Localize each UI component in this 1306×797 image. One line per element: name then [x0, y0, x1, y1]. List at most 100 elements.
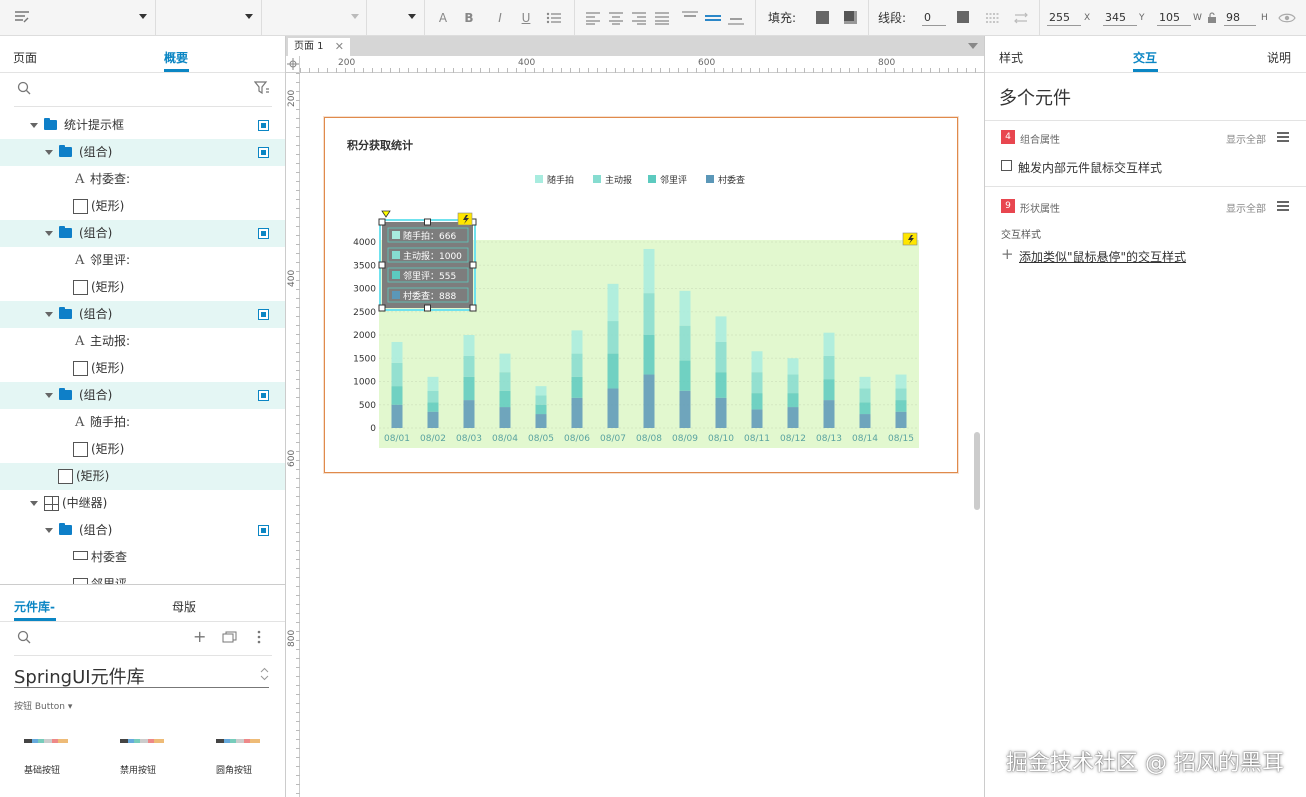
- library-more-icon[interactable]: [257, 630, 261, 647]
- y-input[interactable]: 345: [1103, 10, 1137, 26]
- valign-middle-icon[interactable]: [705, 11, 721, 25]
- justify-icon[interactable]: [654, 11, 669, 25]
- ruler-origin-icon[interactable]: [286, 56, 300, 73]
- tooltip-swatch: [392, 251, 400, 259]
- tree-row[interactable]: (矩形): [0, 355, 285, 382]
- tree-row[interactable]: 村委查: [0, 544, 285, 571]
- library-category[interactable]: 按钮 Button ▾: [14, 699, 72, 712]
- trigger-checkbox[interactable]: [1001, 160, 1012, 171]
- visibility-toggle-icon[interactable]: [258, 147, 269, 158]
- list-icon[interactable]: [546, 11, 561, 25]
- x-tick-label: 08/09: [672, 434, 698, 444]
- library-search-icon[interactable]: [17, 630, 31, 647]
- bar-segment: [679, 360, 691, 391]
- add-library-icon[interactable]: +: [193, 629, 206, 645]
- tab-interactions[interactable]: 交互: [1133, 49, 1157, 66]
- font-color-icon[interactable]: A: [436, 11, 450, 25]
- style-dropdown-caret[interactable]: [139, 14, 147, 19]
- tab-pages[interactable]: 页面: [13, 49, 37, 66]
- add-hover-style-link[interactable]: 添加类似"鼠标悬停"的交互样式: [1019, 248, 1186, 265]
- tabs-dropdown-icon[interactable]: [968, 43, 978, 49]
- tree-row[interactable]: (组合): [0, 517, 285, 544]
- library-item-basic[interactable]: 基础按钮: [24, 739, 68, 776]
- close-tab-icon[interactable]: ✕: [335, 38, 344, 56]
- valign-top-icon[interactable]: [682, 11, 698, 25]
- show-all-link[interactable]: 显示全部: [1226, 200, 1266, 215]
- visibility-toggle-icon[interactable]: [258, 228, 269, 239]
- expand-arrow-icon[interactable]: [45, 393, 53, 398]
- library-manage-icon[interactable]: [222, 631, 237, 646]
- add-icon[interactable]: +: [1001, 247, 1014, 262]
- search-icon[interactable]: [17, 81, 31, 98]
- tab-masters[interactable]: 母版: [172, 598, 196, 615]
- expand-arrow-icon[interactable]: [45, 528, 53, 533]
- page-tab[interactable]: 页面 1 ✕: [288, 38, 350, 56]
- stroke-color-icon[interactable]: [956, 11, 970, 25]
- font-size-dropdown-caret[interactable]: [408, 14, 416, 19]
- tree-row[interactable]: (中继器): [0, 490, 285, 517]
- bar-segment: [427, 411, 439, 428]
- italic-icon[interactable]: I: [493, 11, 507, 25]
- vertical-scrollbar[interactable]: [974, 432, 980, 510]
- width-input[interactable]: 105: [1157, 10, 1191, 26]
- bar-segment: [463, 335, 475, 356]
- expand-arrow-icon[interactable]: [45, 150, 53, 155]
- font-dropdown-caret[interactable]: [245, 14, 253, 19]
- valign-bottom-icon[interactable]: [728, 11, 744, 25]
- fill-color-icon[interactable]: [815, 11, 829, 25]
- expand-arrow-icon[interactable]: [30, 501, 38, 506]
- shadow-icon[interactable]: [843, 11, 857, 25]
- show-all-link[interactable]: 显示全部: [1226, 131, 1266, 146]
- text-style-icon[interactable]: [14, 10, 29, 24]
- font-weight-dropdown-caret[interactable]: [351, 14, 359, 19]
- visibility-icon[interactable]: [1278, 11, 1296, 25]
- tree-row[interactable]: (组合): [0, 301, 285, 328]
- x-input[interactable]: 255: [1047, 10, 1081, 26]
- stroke-width-input[interactable]: 0: [922, 10, 946, 26]
- library-select[interactable]: SpringUI元件库: [14, 663, 145, 689]
- visibility-toggle-icon[interactable]: [258, 309, 269, 320]
- underline-icon[interactable]: U: [519, 11, 533, 25]
- tree-row[interactable]: A 村委查:: [0, 166, 285, 193]
- tab-outline[interactable]: 概要: [164, 49, 188, 66]
- library-item-rounded[interactable]: 圆角按钮: [216, 739, 260, 776]
- menu-icon[interactable]: [1277, 201, 1289, 211]
- tree-row[interactable]: (矩形): [0, 193, 285, 220]
- trigger-label: 触发内部元件鼠标交互样式: [1018, 161, 1163, 175]
- tree-row[interactable]: (矩形): [0, 463, 285, 490]
- tab-style[interactable]: 样式: [999, 49, 1023, 66]
- visibility-toggle-icon[interactable]: [258, 120, 269, 131]
- tree-row[interactable]: (组合): [0, 220, 285, 247]
- tree-row[interactable]: (组合): [0, 139, 285, 166]
- chart-widget[interactable]: 积分获取统计 随手拍 主动报 邻里评 村委查 0 500 1000 1500 2000 2500 30…: [324, 117, 958, 473]
- expand-arrow-icon[interactable]: [45, 312, 53, 317]
- tree-row[interactable]: A 邻里评:: [0, 247, 285, 274]
- tree-row[interactable]: (矩形): [0, 274, 285, 301]
- expand-arrow-icon[interactable]: [45, 231, 53, 236]
- tree-row[interactable]: 邻里评: [0, 571, 285, 584]
- arrow-style-icon[interactable]: [1013, 11, 1028, 25]
- menu-icon[interactable]: [1277, 132, 1289, 142]
- height-input[interactable]: 98: [1224, 10, 1256, 26]
- visibility-toggle-icon[interactable]: [258, 525, 269, 536]
- tab-library[interactable]: 元件库-: [14, 598, 55, 615]
- left-panel: 页面 概要 统计提示框 (组合) A 村委查: (矩形) (组合) A 邻里评: (矩形) (组合…: [0, 36, 286, 797]
- filter-icon[interactable]: [253, 81, 270, 98]
- tab-notes[interactable]: 说明: [1267, 49, 1291, 66]
- tree-row[interactable]: A 随手拍:: [0, 409, 285, 436]
- library-item-disabled[interactable]: 禁用按钮: [120, 739, 164, 776]
- tree-row[interactable]: A 主动报:: [0, 328, 285, 355]
- align-left-icon[interactable]: [585, 11, 600, 25]
- tree-row[interactable]: (组合): [0, 382, 285, 409]
- visibility-toggle-icon[interactable]: [258, 390, 269, 401]
- tree-row[interactable]: 统计提示框: [0, 112, 285, 139]
- lock-icon[interactable]: [1207, 12, 1217, 26]
- bold-icon[interactable]: B: [462, 11, 476, 25]
- align-right-icon[interactable]: [631, 11, 646, 25]
- library-select-arrows-icon[interactable]: [260, 667, 269, 684]
- expand-arrow-icon[interactable]: [30, 123, 38, 128]
- w-caption: W: [1193, 13, 1202, 23]
- tree-row[interactable]: (矩形): [0, 436, 285, 463]
- stroke-pattern-icon[interactable]: [985, 11, 1000, 25]
- align-center-icon[interactable]: [608, 11, 623, 25]
